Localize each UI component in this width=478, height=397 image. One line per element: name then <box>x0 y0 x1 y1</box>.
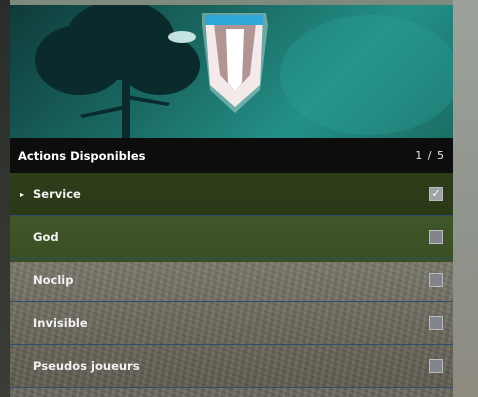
wall-shadow <box>0 0 10 397</box>
building-wall <box>453 0 478 397</box>
menu-item-label: Service <box>33 187 81 201</box>
menu-item-pseudos-joueurs[interactable]: Pseudos joueurs <box>10 345 453 388</box>
police-shield-logo <box>202 13 268 113</box>
menu-item-god[interactable]: God <box>10 216 453 259</box>
action-menu: Actions Disponibles 1 / 5 ▸ Service ✓ Go… <box>10 5 453 388</box>
menu-item-noclip[interactable]: Noclip <box>10 259 453 302</box>
menu-item-invisible[interactable]: Invisible <box>10 302 453 345</box>
menu-title: Actions Disponibles <box>18 148 146 163</box>
menu-item-label: Invisible <box>33 316 88 330</box>
menu-item-label: Noclip <box>33 273 74 287</box>
banner-artwork <box>35 5 453 138</box>
pseudos-joueurs-checkbox[interactable] <box>429 359 443 373</box>
menu-banner <box>10 5 453 138</box>
noclip-checkbox[interactable] <box>429 273 443 287</box>
tree-silhouette <box>35 5 200 138</box>
menu-item-label: Pseudos joueurs <box>33 359 140 373</box>
selection-arrow-icon: ▸ <box>20 189 25 199</box>
god-checkbox[interactable] <box>429 230 443 244</box>
menu-item-service[interactable]: ▸ Service ✓ <box>10 173 453 216</box>
menu-header: Actions Disponibles 1 / 5 <box>10 138 453 173</box>
menu-item-label: God <box>33 230 59 244</box>
page-counter: 1 / 5 <box>415 149 445 162</box>
service-checkbox[interactable]: ✓ <box>429 187 443 201</box>
invisible-checkbox[interactable] <box>429 316 443 330</box>
light-flare <box>168 31 196 43</box>
